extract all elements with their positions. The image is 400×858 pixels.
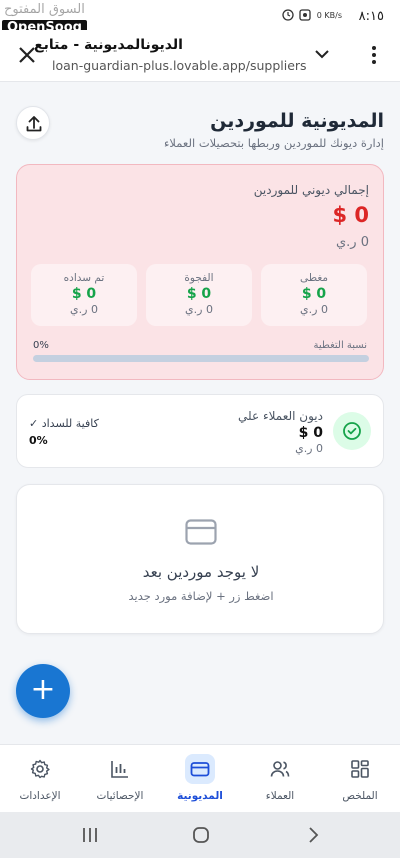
nav-item-debts[interactable]: المديونية (160, 745, 240, 813)
supplier-debt-summary-card: إجمالي ديوني للموردين $ 0 0 ر.ي مغطى $ 0… (16, 164, 384, 380)
empty-state-title: لا يوجد موردين بعد (142, 563, 260, 581)
page-title: الديونالمديونية - متابع (34, 37, 183, 53)
stat-local: 0 ر.ي (185, 303, 213, 316)
alarm-icon (282, 9, 294, 21)
sufficiency-label: كافية للسداد ✓ (29, 417, 99, 430)
export-button[interactable] (16, 106, 50, 140)
users-icon (270, 761, 290, 777)
check-badge (333, 412, 371, 450)
upload-icon (26, 116, 42, 132)
customers-debt-card: ديون العملاء علي $ 0 0 ر.ي كافية للسداد … (16, 394, 384, 468)
card-icon (185, 519, 217, 545)
check-circle-icon (343, 422, 361, 440)
add-supplier-button[interactable]: + (16, 664, 70, 718)
stat-amount: $ 0 (71, 286, 97, 302)
page-heading: المديونية للموردين (210, 110, 384, 132)
back-icon[interactable] (304, 825, 322, 845)
customers-debt-local: 0 ر.ي (295, 442, 323, 455)
home-icon[interactable] (191, 825, 211, 845)
empty-state-hint: اضغط زر + لإضافة مورد جديد (128, 589, 274, 603)
gear-icon (30, 759, 50, 779)
stat-local: 0 ر.ي (70, 303, 98, 316)
total-debt-label: إجمالي ديوني للموردين (253, 183, 369, 197)
customers-debt-label: ديون العملاء علي (238, 409, 323, 423)
card-icon (190, 762, 210, 777)
stat-label: تم سداده (63, 272, 105, 284)
nav-item-summary[interactable]: الملخص (320, 745, 400, 813)
nav-item-statistics[interactable]: الإحصائيات (80, 745, 160, 813)
stat-amount: $ 0 (301, 286, 327, 302)
nav-label: المديونية (177, 790, 223, 802)
nav-item-settings[interactable]: الإعدادات (0, 745, 80, 813)
system-navigation-bar (0, 812, 400, 858)
chevron-down-icon (315, 50, 329, 59)
status-icons: 0 KB/s (282, 8, 342, 21)
more-menu-button[interactable] (366, 44, 382, 68)
clock: ٨:١٥ (358, 9, 384, 24)
dashboard-icon (351, 760, 369, 778)
gap-stat: الفجوة $ 0 0 ر.ي (146, 264, 252, 326)
screenshot-icon (299, 9, 311, 21)
nav-label: الملخص (342, 790, 378, 802)
paid-stat: تم سداده $ 0 0 ر.ي (31, 264, 137, 326)
total-debt-local: 0 ر.ي (336, 235, 369, 250)
customers-debt-amount: $ 0 (298, 425, 323, 441)
status-bar: السوق المفتوح OpenSooq 0 KB/s ٨:١٥ (0, 0, 400, 35)
sufficiency-percent: 0% (29, 434, 48, 447)
network-speed: 0 KB/s (316, 11, 342, 20)
total-debt-amount: $ 0 (332, 203, 369, 227)
stat-local: 0 ر.ي (300, 303, 328, 316)
watermark-arabic: السوق المفتوح (4, 2, 85, 17)
empty-suppliers-state: لا يوجد موردين بعد اضغط زر + لإضافة مورد… (16, 484, 384, 634)
bottom-navigation: الملخص العملاء المديونية الإحصائيات الإع… (0, 744, 400, 812)
covered-stat: مغطى $ 0 0 ر.ي (261, 264, 367, 326)
stat-label: الفجوة (184, 272, 214, 284)
coverage-label: نسبة التغطية (313, 340, 367, 351)
page-subheading: إدارة ديونك للموردين وربطها بتحصيلات الع… (164, 136, 384, 150)
expand-button[interactable] (312, 44, 332, 64)
nav-label: العملاء (265, 790, 295, 802)
page-url[interactable]: loan-guardian-plus.lovable.app/suppliers (52, 58, 307, 73)
coverage-percent: 0% (33, 340, 49, 351)
stat-amount: $ 0 (186, 286, 212, 302)
browser-toolbar: الديونالمديونية - متابع loan-guardian-pl… (0, 30, 400, 82)
nav-item-customers[interactable]: العملاء (240, 745, 320, 813)
stat-label: مغطى (299, 272, 329, 284)
nav-label: الإعدادات (19, 790, 61, 802)
recent-apps-icon[interactable] (80, 826, 100, 844)
coverage-progress-bar (33, 355, 369, 362)
nav-label: الإحصائيات (96, 790, 144, 802)
bar-chart-icon (111, 761, 128, 778)
